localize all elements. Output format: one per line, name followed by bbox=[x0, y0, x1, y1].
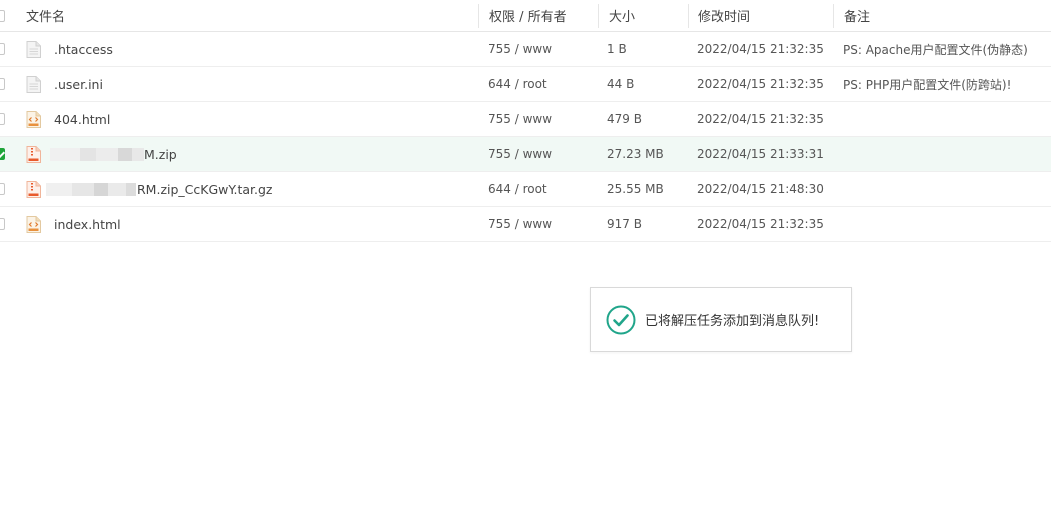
row-checkbox[interactable] bbox=[0, 207, 7, 241]
html-file-icon bbox=[26, 111, 41, 128]
table-row[interactable]: M.zip 755 / www 27.23 MB 2022/04/15 21:3… bbox=[0, 137, 1051, 172]
column-divider[interactable] bbox=[598, 4, 599, 28]
file-note: PS: Apache用户配置文件(伪静态) bbox=[843, 42, 1028, 57]
file-permission[interactable]: 755 / www bbox=[488, 102, 552, 136]
header-modified[interactable]: 修改时间 bbox=[698, 0, 750, 31]
file-modified: 2022/04/15 21:32:35 bbox=[697, 42, 824, 56]
row-checkbox[interactable] bbox=[0, 137, 7, 171]
file-name[interactable]: index.html bbox=[54, 207, 121, 241]
file-permission[interactable]: 755 / www bbox=[488, 207, 552, 241]
file-permission[interactable]: 644 / root bbox=[488, 172, 547, 206]
toast-message: 已将解压任务添加到消息队列! bbox=[645, 314, 820, 329]
header-name[interactable]: 文件名 bbox=[26, 0, 65, 31]
table-row[interactable]: .user.ini 644 / root 44 B 2022/04/15 21:… bbox=[0, 67, 1051, 102]
file-size: 25.55 MB bbox=[607, 182, 664, 196]
redacted-filename bbox=[50, 148, 144, 161]
success-toast: 已将解压任务添加到消息队列! bbox=[590, 287, 852, 352]
file-note: PS: PHP用户配置文件(防跨站)! bbox=[843, 77, 1012, 92]
success-check-icon bbox=[606, 305, 636, 335]
table-header: 文件名 权限 / 所有者 大小 修改时间 备注 bbox=[0, 0, 1051, 32]
file-modified: 2022/04/15 21:32:35 bbox=[697, 77, 824, 91]
file-modified: 2022/04/15 21:32:35 bbox=[697, 217, 824, 231]
file-permission[interactable]: 755 / www bbox=[488, 32, 552, 66]
column-divider[interactable] bbox=[688, 4, 689, 28]
file-permission[interactable]: 644 / root bbox=[488, 67, 547, 101]
zip-file-icon bbox=[26, 146, 41, 163]
select-all-checkbox[interactable] bbox=[0, 0, 7, 31]
redacted-filename bbox=[46, 183, 136, 196]
column-divider[interactable] bbox=[833, 4, 834, 28]
row-checkbox[interactable] bbox=[0, 67, 7, 101]
file-name[interactable]: 404.html bbox=[54, 102, 110, 136]
file-name[interactable]: .htaccess bbox=[54, 32, 113, 66]
file-size: 479 B bbox=[607, 112, 642, 126]
row-checkbox[interactable] bbox=[0, 172, 7, 206]
zip-file-icon bbox=[26, 181, 41, 198]
file-size: 1 B bbox=[607, 42, 627, 56]
file-name[interactable]: RM.zip_CcKGwY.tar.gz bbox=[137, 172, 272, 206]
file-modified: 2022/04/15 21:33:31 bbox=[697, 147, 824, 161]
table-row[interactable]: RM.zip_CcKGwY.tar.gz 644 / root 25.55 MB… bbox=[0, 172, 1051, 207]
table-row[interactable]: index.html 755 / www 917 B 2022/04/15 21… bbox=[0, 207, 1051, 242]
file-name[interactable]: M.zip bbox=[144, 137, 177, 171]
table-row[interactable]: 404.html 755 / www 479 B 2022/04/15 21:3… bbox=[0, 102, 1051, 137]
row-checkbox[interactable] bbox=[0, 102, 7, 136]
text-file-icon bbox=[26, 41, 41, 58]
header-note[interactable]: 备注 bbox=[844, 0, 870, 31]
html-file-icon bbox=[26, 216, 41, 233]
file-modified: 2022/04/15 21:32:35 bbox=[697, 112, 824, 126]
file-modified: 2022/04/15 21:48:30 bbox=[697, 182, 824, 196]
file-size: 917 B bbox=[607, 217, 642, 231]
column-divider[interactable] bbox=[478, 4, 479, 28]
file-table: 文件名 权限 / 所有者 大小 修改时间 备注 .htaccess 755 / … bbox=[0, 0, 1051, 242]
file-permission[interactable]: 755 / www bbox=[488, 137, 552, 171]
row-checkbox[interactable] bbox=[0, 32, 7, 66]
text-file-icon bbox=[26, 76, 41, 93]
header-size[interactable]: 大小 bbox=[609, 0, 635, 31]
header-permission[interactable]: 权限 / 所有者 bbox=[489, 0, 567, 31]
file-size: 44 B bbox=[607, 77, 635, 91]
table-row[interactable]: .htaccess 755 / www 1 B 2022/04/15 21:32… bbox=[0, 32, 1051, 67]
file-size: 27.23 MB bbox=[607, 147, 664, 161]
file-name[interactable]: .user.ini bbox=[54, 67, 103, 101]
